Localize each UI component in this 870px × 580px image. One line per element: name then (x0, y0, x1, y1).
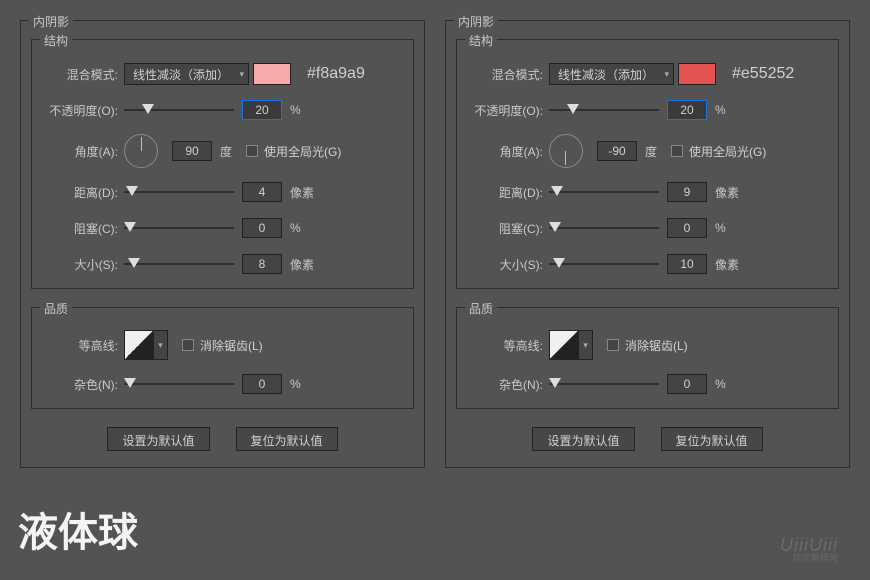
antialias-checkbox[interactable] (607, 339, 619, 351)
make-default-button[interactable]: 设置为默认值 (107, 427, 209, 451)
blend-mode-value: 线性减淡（添加） (133, 66, 229, 83)
angle-label: 角度(A): (44, 143, 124, 160)
quality-title: 品质 (40, 300, 72, 317)
percent-unit: % (290, 103, 301, 117)
distance-label: 距离(D): (469, 184, 549, 201)
pixel-unit: 像素 (715, 256, 739, 273)
structure-title: 结构 (465, 32, 497, 49)
inner-shadow-panel-0: 内阴影 结构 混合模式: 线性减淡（添加） ▾ #f8a9a9 不透明度(O): (20, 20, 425, 468)
opacity-label: 不透明度(O): (469, 102, 549, 119)
make-default-button[interactable]: 设置为默认值 (532, 427, 634, 451)
blend-mode-select[interactable]: 线性减淡（添加） ▾ (124, 63, 249, 85)
structure-group: 结构 混合模式: 线性减淡（添加） ▾ #e55252 不透明度(O): % (456, 39, 839, 289)
chevron-down-icon: ▾ (664, 69, 669, 80)
size-slider[interactable] (124, 256, 234, 272)
reset-default-button[interactable]: 复位为默认值 (661, 427, 763, 451)
quality-title: 品质 (465, 300, 497, 317)
quality-group: 品质 等高线: ▾ 消除锯齿(L) 杂色(N): % (456, 307, 839, 409)
distance-slider[interactable] (549, 184, 659, 200)
noise-slider[interactable] (549, 376, 659, 392)
shadow-color-swatch[interactable] (253, 63, 291, 85)
percent-unit: % (290, 221, 301, 235)
percent-unit: % (715, 103, 726, 117)
opacity-label: 不透明度(O): (44, 102, 124, 119)
noise-input[interactable] (667, 374, 707, 394)
shadow-color-swatch[interactable] (678, 63, 716, 85)
contour-preview[interactable] (549, 330, 579, 360)
choke-slider[interactable] (549, 220, 659, 236)
choke-slider[interactable] (124, 220, 234, 236)
degree-unit: 度 (220, 143, 232, 160)
choke-input[interactable] (667, 218, 707, 238)
pixel-unit: 像素 (290, 184, 314, 201)
contour-picker[interactable]: ▾ (154, 330, 168, 360)
choke-label: 阻塞(C): (44, 220, 124, 237)
percent-unit: % (715, 221, 726, 235)
global-light-checkbox[interactable] (246, 145, 258, 157)
global-light-checkbox[interactable] (671, 145, 683, 157)
noise-input[interactable] (242, 374, 282, 394)
noise-label: 杂色(N): (469, 376, 549, 393)
angle-input[interactable] (172, 141, 212, 161)
blend-mode-select[interactable]: 线性减淡（添加） ▾ (549, 63, 674, 85)
opacity-slider[interactable] (549, 102, 659, 118)
contour-picker[interactable]: ▾ (579, 330, 593, 360)
size-input[interactable] (242, 254, 282, 274)
distance-input[interactable] (242, 182, 282, 202)
blend-mode-label: 混合模式: (44, 66, 124, 83)
noise-label: 杂色(N): (44, 376, 124, 393)
size-label: 大小(S): (44, 256, 124, 273)
reset-default-button[interactable]: 复位为默认值 (236, 427, 338, 451)
structure-group: 结构 混合模式: 线性减淡（添加） ▾ #f8a9a9 不透明度(O): % (31, 39, 414, 289)
choke-label: 阻塞(C): (469, 220, 549, 237)
size-input[interactable] (667, 254, 707, 274)
angle-dial[interactable] (549, 134, 583, 168)
global-light-label: 使用全局光(G) (689, 143, 766, 160)
contour-label: 等高线: (469, 337, 549, 354)
contour-preview[interactable] (124, 330, 154, 360)
watermark-sub: 优优教程网 (793, 551, 838, 564)
footer-title: 液体球 (18, 500, 138, 558)
distance-slider[interactable] (124, 184, 234, 200)
size-label: 大小(S): (469, 256, 549, 273)
antialias-checkbox[interactable] (182, 339, 194, 351)
percent-unit: % (290, 377, 301, 391)
antialias-label: 消除锯齿(L) (200, 337, 263, 354)
angle-label: 角度(A): (469, 143, 549, 160)
opacity-slider[interactable] (124, 102, 234, 118)
degree-unit: 度 (645, 143, 657, 160)
chevron-down-icon: ▾ (239, 69, 244, 80)
noise-slider[interactable] (124, 376, 234, 392)
size-slider[interactable] (549, 256, 659, 272)
angle-input[interactable] (597, 141, 637, 161)
pixel-unit: 像素 (715, 184, 739, 201)
structure-title: 结构 (40, 32, 72, 49)
hex-label: #f8a9a9 (307, 65, 365, 83)
pixel-unit: 像素 (290, 256, 314, 273)
panel-title: 内阴影 (29, 13, 73, 30)
distance-label: 距离(D): (44, 184, 124, 201)
opacity-input[interactable] (242, 100, 282, 120)
blend-mode-label: 混合模式: (469, 66, 549, 83)
angle-dial[interactable] (124, 134, 158, 168)
percent-unit: % (715, 377, 726, 391)
panel-title: 内阴影 (454, 13, 498, 30)
quality-group: 品质 等高线: ▾ 消除锯齿(L) 杂色(N): % (31, 307, 414, 409)
distance-input[interactable] (667, 182, 707, 202)
opacity-input[interactable] (667, 100, 707, 120)
antialias-label: 消除锯齿(L) (625, 337, 688, 354)
choke-input[interactable] (242, 218, 282, 238)
hex-label: #e55252 (732, 65, 794, 83)
global-light-label: 使用全局光(G) (264, 143, 341, 160)
blend-mode-value: 线性减淡（添加） (558, 66, 654, 83)
inner-shadow-panel-1: 内阴影 结构 混合模式: 线性减淡（添加） ▾ #e55252 不透明度(O): (445, 20, 850, 468)
contour-label: 等高线: (44, 337, 124, 354)
